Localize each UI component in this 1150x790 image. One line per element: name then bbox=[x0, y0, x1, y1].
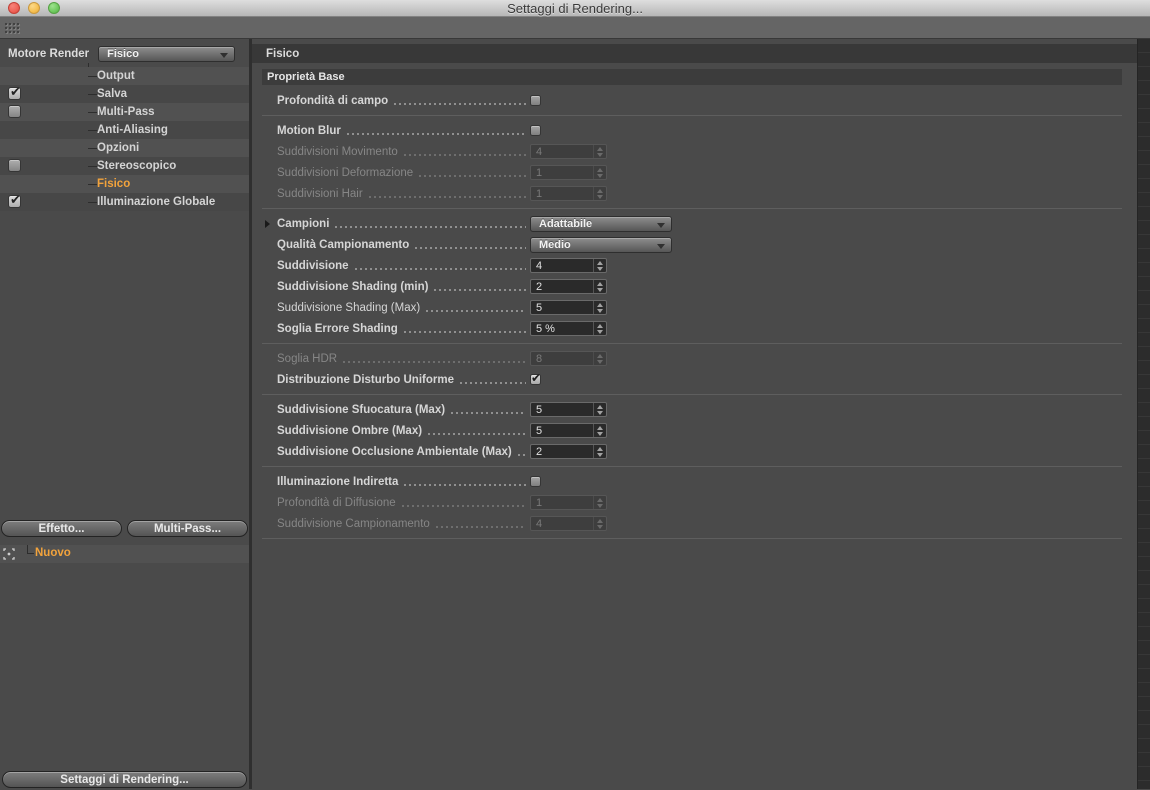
setting-row: Motion Blur bbox=[262, 120, 1122, 141]
stepper-control[interactable] bbox=[593, 403, 606, 416]
stepper-control[interactable] bbox=[593, 424, 606, 437]
setting-row: Distribuzione Disturbo Uniforme bbox=[262, 369, 1122, 390]
render-settings-window: Settaggi di Rendering... Motore Render F… bbox=[0, 0, 1150, 790]
stepper-control[interactable] bbox=[593, 496, 606, 509]
effect-list-item-nuovo[interactable]: Nuovo bbox=[0, 545, 249, 563]
stepper-control[interactable] bbox=[593, 517, 606, 530]
tree-checkbox[interactable] bbox=[8, 159, 21, 172]
toolbar bbox=[0, 17, 1150, 39]
panel-title: Fisico bbox=[266, 47, 300, 60]
separator bbox=[262, 343, 1122, 344]
zoom-button[interactable] bbox=[48, 2, 60, 14]
setting-row: Illuminazione Indiretta bbox=[262, 471, 1122, 492]
setting-row: Profondità di Diffusione 1 bbox=[262, 492, 1122, 513]
stepper-control[interactable] bbox=[593, 145, 606, 158]
number-field[interactable]: 2 bbox=[530, 279, 607, 294]
stepper-control[interactable] bbox=[593, 280, 606, 293]
sidebar: Motore Render Fisico Output Salva bbox=[0, 39, 249, 789]
number-field[interactable]: 4 bbox=[530, 516, 607, 531]
number-field[interactable]: 1 bbox=[530, 495, 607, 510]
chevron-down-icon bbox=[220, 53, 229, 58]
window-controls bbox=[8, 2, 60, 14]
sidebar-item-antialiasing[interactable]: Anti-Aliasing bbox=[0, 121, 249, 139]
number-field[interactable]: 5 bbox=[530, 423, 607, 438]
number-field[interactable]: 8 bbox=[530, 351, 607, 366]
distribuzione-disturbo-checkbox[interactable] bbox=[530, 371, 541, 385]
close-button[interactable] bbox=[8, 2, 20, 14]
setting-row: Suddivisione 4 bbox=[262, 255, 1122, 276]
number-field[interactable]: 1 bbox=[530, 186, 607, 201]
titlebar[interactable]: Settaggi di Rendering... bbox=[0, 0, 1150, 17]
setting-row: Soglia HDR 8 bbox=[262, 348, 1122, 369]
tree-checkbox[interactable] bbox=[8, 84, 21, 100]
setting-row: Suddivisione Campionamento 4 bbox=[262, 513, 1122, 534]
number-field[interactable]: 5 bbox=[530, 402, 607, 417]
separator bbox=[262, 538, 1122, 539]
setting-row: Campioni Adattabile bbox=[262, 213, 1122, 234]
depth-of-field-checkbox[interactable] bbox=[530, 95, 541, 106]
tree-line bbox=[27, 545, 34, 554]
stepper-control[interactable] bbox=[593, 352, 606, 365]
number-field[interactable]: 4 bbox=[530, 144, 607, 159]
sidebar-item-multipass[interactable]: Multi-Pass bbox=[0, 103, 249, 121]
sidebar-item-output[interactable]: Output bbox=[0, 67, 249, 85]
attributes-panel: Fisico Proprietà Base Profondità di camp… bbox=[252, 39, 1150, 789]
setting-row: Suddivisione Sfuocatura (Max) 5 bbox=[262, 399, 1122, 420]
tree-checkbox[interactable] bbox=[8, 192, 21, 208]
render-engine-row: Motore Render Fisico bbox=[0, 39, 249, 63]
stepper-control[interactable] bbox=[593, 301, 606, 314]
settings-tree: Output Salva Multi-Pass Anti-Aliasing bbox=[0, 63, 249, 211]
qualita-campionamento-dropdown[interactable]: Medio bbox=[530, 236, 672, 253]
multipass-button[interactable]: Multi-Pass... bbox=[127, 520, 248, 537]
stepper-control[interactable] bbox=[593, 187, 606, 200]
setting-row: Suddivisione Ombre (Max) 5 bbox=[262, 420, 1122, 441]
effect-button[interactable]: Effetto... bbox=[1, 520, 122, 537]
tree-checkbox[interactable] bbox=[8, 105, 21, 118]
number-field[interactable]: 5 % bbox=[530, 321, 607, 336]
render-effect-icon bbox=[3, 548, 15, 560]
sidebar-item-opzioni[interactable]: Opzioni bbox=[0, 139, 249, 157]
stepper-control[interactable] bbox=[593, 445, 606, 458]
scrollbar-track[interactable] bbox=[1137, 39, 1150, 789]
separator bbox=[262, 394, 1122, 395]
separator bbox=[262, 208, 1122, 209]
setting-row: Suddivisione Occlusione Ambientale (Max)… bbox=[262, 441, 1122, 462]
drag-handle-icon[interactable] bbox=[4, 21, 21, 34]
sidebar-item-stereoscopico[interactable]: Stereoscopico bbox=[0, 157, 249, 175]
setting-row: Suddivisioni Hair 1 bbox=[262, 183, 1122, 204]
setting-row: Profondità di campo bbox=[262, 90, 1122, 111]
setting-row: Qualità Campionamento Medio bbox=[262, 234, 1122, 255]
chevron-down-icon bbox=[657, 243, 665, 249]
setting-row: Suddivisioni Deformazione 1 bbox=[262, 162, 1122, 183]
motion-blur-checkbox[interactable] bbox=[530, 125, 541, 136]
separator bbox=[262, 466, 1122, 467]
setting-row: Suddivisioni Movimento 4 bbox=[262, 141, 1122, 162]
number-field[interactable]: 5 bbox=[530, 300, 607, 315]
separator bbox=[262, 115, 1122, 116]
illuminazione-indiretta-checkbox[interactable] bbox=[530, 476, 541, 487]
sidebar-item-fisico[interactable]: Fisico bbox=[0, 175, 249, 193]
sidebar-item-illuminazione-globale[interactable]: Illuminazione Globale bbox=[0, 192, 249, 211]
render-settings-button[interactable]: Settaggi di Rendering... bbox=[2, 771, 247, 788]
panel-title-bar: Fisico bbox=[252, 44, 1137, 63]
minimize-button[interactable] bbox=[28, 2, 40, 14]
stepper-control[interactable] bbox=[593, 259, 606, 272]
setting-row: Suddivisione Shading (Max) 5 bbox=[262, 297, 1122, 318]
group-header[interactable]: Proprietà Base bbox=[262, 69, 1122, 85]
disclosure-arrow-icon[interactable] bbox=[265, 220, 270, 228]
number-field[interactable]: 1 bbox=[530, 165, 607, 180]
render-engine-dropdown[interactable]: Fisico bbox=[98, 46, 236, 62]
stepper-control[interactable] bbox=[593, 166, 606, 179]
render-engine-label: Motore Render bbox=[8, 48, 90, 60]
stepper-control[interactable] bbox=[593, 322, 606, 335]
number-field[interactable]: 2 bbox=[530, 444, 607, 459]
chevron-down-icon bbox=[657, 222, 665, 228]
number-field[interactable]: 4 bbox=[530, 258, 607, 273]
setting-row: Suddivisione Shading (min) 2 bbox=[262, 276, 1122, 297]
campioni-dropdown[interactable]: Adattabile bbox=[530, 215, 672, 232]
setting-row: Soglia Errore Shading 5 % bbox=[262, 318, 1122, 339]
sidebar-item-salva[interactable]: Salva bbox=[0, 84, 249, 103]
window-title: Settaggi di Rendering... bbox=[507, 0, 643, 16]
